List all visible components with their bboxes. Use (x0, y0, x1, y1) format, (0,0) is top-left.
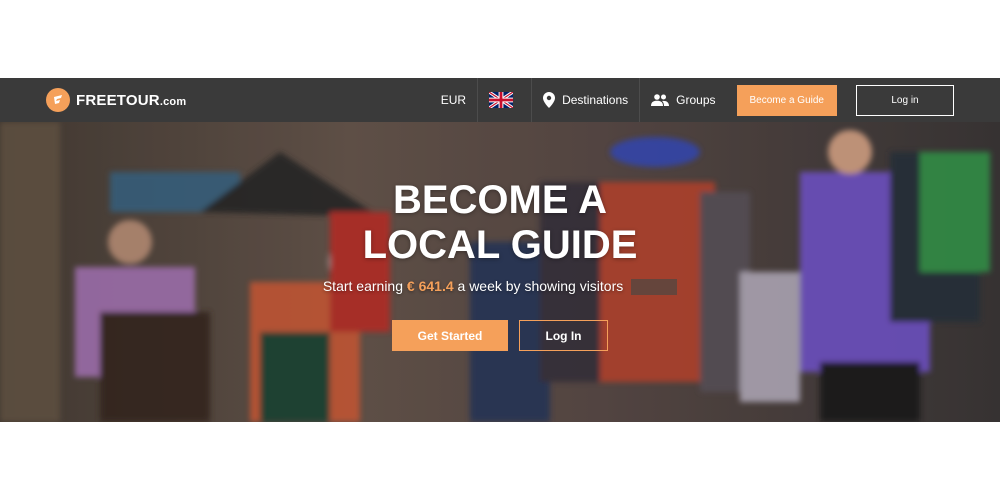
currency-label: EUR (440, 93, 467, 107)
login-button[interactable]: Log in (856, 84, 954, 116)
subtitle-before: Start earning (322, 278, 404, 294)
hero-title-line2: LOCAL GUIDE (362, 223, 638, 267)
nav-destinations[interactable]: Destinations (531, 78, 639, 122)
hero-section: BECOME A LOCAL GUIDE Start earning € 641… (0, 122, 1000, 422)
groups-label: Groups (676, 93, 716, 107)
become-guide-button[interactable]: Become a Guide (736, 84, 837, 116)
location-pin-icon (543, 92, 556, 108)
subtitle-redacted-block (631, 279, 678, 296)
subtitle-after: a week by showing visitors (457, 278, 624, 294)
hero-background-image (0, 122, 1000, 422)
people-icon (651, 94, 670, 106)
earnings-amount: € 641.4 (406, 278, 454, 294)
language-selector[interactable] (477, 78, 531, 122)
nav-right-group: EUR Destinations Groups Become a Guide L… (430, 78, 1000, 122)
hero-subtitle: Start earning € 641.4 a week by showing … (0, 278, 1000, 296)
get-started-button[interactable]: Get Started (392, 320, 508, 351)
nav-groups[interactable]: Groups (639, 78, 726, 122)
logo-wordmark: FREETOUR.com (76, 91, 187, 109)
hero-title: BECOME A LOCAL GUIDE (0, 178, 1000, 268)
freetour-logo-icon (46, 88, 70, 112)
currency-selector[interactable]: EUR (430, 78, 477, 122)
destinations-label: Destinations (562, 93, 629, 107)
top-navbar: FREETOUR.com EUR Destinations Groups Bec… (0, 78, 1000, 122)
uk-flag-icon (489, 92, 514, 108)
hero-title-line1: BECOME A (392, 178, 608, 222)
freetour-logo[interactable]: FREETOUR.com (46, 88, 186, 112)
hero-login-button[interactable]: Log In (519, 320, 608, 351)
